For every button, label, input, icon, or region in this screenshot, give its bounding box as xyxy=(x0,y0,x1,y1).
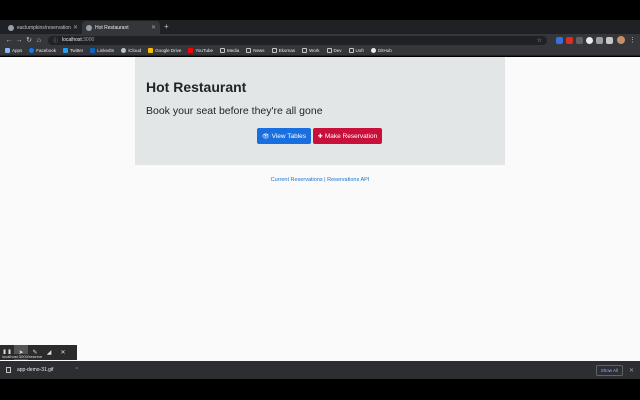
close-icon[interactable]: ✕ xyxy=(151,24,156,31)
bookmark-facebook[interactable]: Facebook xyxy=(29,48,56,53)
bookmark-label: UofI xyxy=(355,48,364,53)
page-lead: Book your seat before they're all gone xyxy=(146,105,323,117)
view-tables-button[interactable]: 👁 View Tables xyxy=(257,128,311,144)
folder-icon xyxy=(326,48,332,53)
twitter-icon xyxy=(63,48,69,53)
bookmark-label: News xyxy=(253,48,265,53)
file-icon xyxy=(6,367,11,373)
youtube-icon xyxy=(188,48,194,53)
apps-grid-icon xyxy=(5,48,10,53)
status-url: localhost:3000/reserve xyxy=(0,354,45,359)
bookmark-label: Ekornas xyxy=(278,48,296,53)
tab-hot-restaurant[interactable]: Hot Restaurant ✕ xyxy=(82,21,160,34)
folder-icon xyxy=(302,48,308,53)
bookmarks-bar: Apps Facebook Twitter LinkedIn iCloud Go… xyxy=(0,46,640,56)
top-letterbox xyxy=(0,0,640,20)
extension-white-icon[interactable] xyxy=(586,36,593,44)
bookmark-folder-work[interactable]: Work xyxy=(302,48,320,53)
folder-icon xyxy=(271,48,277,53)
folder-icon xyxy=(220,48,226,53)
bookmark-label: Google Drive xyxy=(155,48,182,53)
bookmark-star-icon[interactable]: ☆ xyxy=(537,37,542,44)
bookmark-label: Dev xyxy=(333,48,342,53)
page-title: Hot Restaurant xyxy=(146,79,247,95)
github-icon xyxy=(370,48,376,53)
apple-icon xyxy=(121,48,127,53)
jumbotron: Hot Restaurant Book your seat before the… xyxy=(135,57,505,165)
page-content: Hot Restaurant Book your seat before the… xyxy=(0,57,640,361)
bottom-letterbox xyxy=(0,379,640,400)
download-item[interactable]: app-demo-31.gif ^ xyxy=(6,367,78,373)
back-arrow-icon[interactable]: ← xyxy=(4,37,14,44)
url-port: :3000 xyxy=(81,37,95,43)
bookmark-label: YouTube xyxy=(195,48,214,53)
download-file-name: app-demo-31.gif xyxy=(17,367,54,373)
bookmark-twitter[interactable]: Twitter xyxy=(63,48,83,53)
address-bar[interactable]: ⓘ localhost:3000 ☆ xyxy=(48,35,547,45)
reservations-api-link[interactable]: Reservations API xyxy=(327,177,369,183)
bookmark-label: LinkedIn xyxy=(97,48,115,53)
folder-icon xyxy=(348,48,354,53)
bookmark-linkedin[interactable]: LinkedIn xyxy=(90,48,114,53)
tab-title: Hot Restaurant xyxy=(95,24,129,31)
bookmark-label: GitHub xyxy=(377,48,392,53)
bookmark-label: Apps xyxy=(12,48,23,53)
bookmark-google-drive[interactable]: Google Drive xyxy=(148,48,181,53)
kebab-menu-icon[interactable]: ⋮ xyxy=(629,36,636,44)
screen: eaclumpkins/reservationsApp ✕ Hot Restau… xyxy=(0,0,640,400)
extension-translate-icon[interactable] xyxy=(556,36,563,44)
profile-avatar[interactable] xyxy=(617,36,625,44)
bookmark-youtube[interactable]: YouTube xyxy=(188,48,213,53)
close-icon[interactable]: ✕ xyxy=(73,24,78,31)
extension-gray-icon[interactable] xyxy=(576,36,583,44)
info-icon[interactable]: ⓘ xyxy=(53,37,58,44)
footer-links: Current Reservations | Reservations API xyxy=(0,177,640,183)
bookmark-folder-news[interactable]: News xyxy=(246,48,265,53)
forward-arrow-icon[interactable]: → xyxy=(14,37,24,44)
download-bar: app-demo-31.gif ^ Show All ✕ xyxy=(0,361,640,379)
make-reservation-label: Make Reservation xyxy=(324,132,378,140)
url-host: localhost xyxy=(62,37,82,43)
current-reservations-link[interactable]: Current Reservations xyxy=(271,177,323,183)
facebook-icon xyxy=(29,48,35,53)
bookmark-label: Facebook xyxy=(36,48,57,53)
close-icon[interactable]: ✕ xyxy=(629,367,634,374)
extension-red-icon[interactable] xyxy=(566,36,573,44)
home-icon[interactable]: ⌂ xyxy=(34,37,44,44)
view-tables-label: View Tables xyxy=(271,132,307,140)
google-drive-icon xyxy=(148,48,154,53)
github-icon xyxy=(8,24,14,31)
bookmark-github[interactable]: GitHub xyxy=(370,48,392,53)
globe-icon xyxy=(86,24,92,31)
make-reservation-button[interactable]: ✚ Make Reservation xyxy=(313,128,382,144)
tab-strip: eaclumpkins/reservationsApp ✕ Hot Restau… xyxy=(0,20,640,34)
extensions-puzzle-icon[interactable] xyxy=(596,36,603,44)
bookmark-label: iCloud xyxy=(128,48,142,53)
tab-title: eaclumpkins/reservationsApp xyxy=(17,24,71,31)
bookmark-apps[interactable]: Apps xyxy=(5,48,22,53)
browser-toolbar: ← → ↻ ⌂ ⓘ localhost:3000 ☆ ⋮ xyxy=(0,34,640,46)
bookmark-label: Twitter xyxy=(70,48,84,53)
bookmark-icloud[interactable]: iCloud xyxy=(121,48,141,53)
folder-icon xyxy=(246,48,252,53)
tab-github[interactable]: eaclumpkins/reservationsApp ✕ xyxy=(4,21,82,34)
bookmark-folder-dev[interactable]: Dev xyxy=(326,48,342,53)
bookmark-label: Work xyxy=(309,48,320,53)
eye-icon: 👁 xyxy=(261,133,270,140)
reload-icon[interactable]: ↻ xyxy=(24,36,34,44)
bookmark-folder-media[interactable]: Media xyxy=(220,48,239,53)
linkedin-icon xyxy=(90,48,96,53)
bookmark-folder-uofi[interactable]: UofI xyxy=(348,48,364,53)
plus-icon: ✚ xyxy=(317,133,323,140)
bookmark-folder-ekornas[interactable]: Ekornas xyxy=(271,48,296,53)
new-tab-button[interactable]: + xyxy=(164,21,169,34)
show-all-button[interactable]: Show All xyxy=(595,364,623,376)
bookmark-label: Media xyxy=(227,48,240,53)
extension-light-icon[interactable] xyxy=(606,36,613,44)
close-icon[interactable]: ✕ xyxy=(56,345,70,360)
chevron-up-icon[interactable]: ^ xyxy=(76,367,78,373)
